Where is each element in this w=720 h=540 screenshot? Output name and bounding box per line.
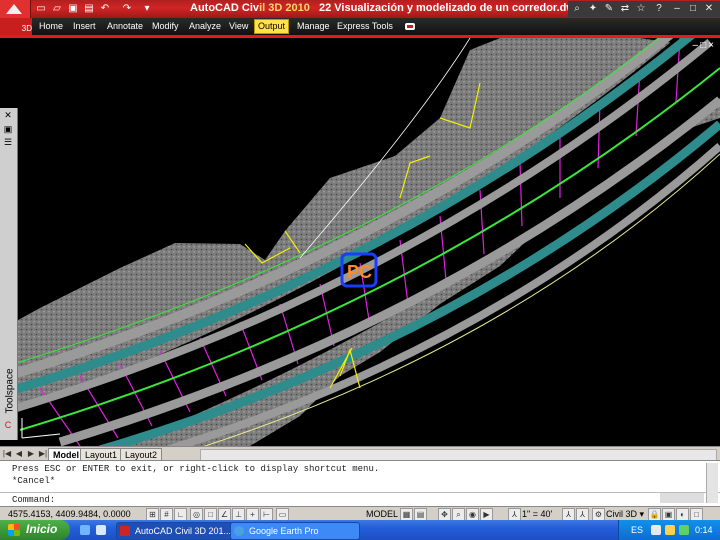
workspace-selector[interactable]: Civil 3D ▾ — [606, 508, 644, 520]
save-icon[interactable]: ▣ — [66, 2, 80, 15]
close-icon[interactable]: ✕ — [702, 2, 716, 16]
autocad-icon — [120, 526, 130, 536]
minimize-icon[interactable]: – — [670, 2, 684, 16]
binoculars-icon[interactable]: ⌕ — [570, 2, 584, 16]
network-icon[interactable] — [651, 525, 661, 535]
start-label: Inicio — [26, 522, 58, 536]
windows-logo-icon — [8, 524, 20, 536]
status-bar: 4575.4153, 4409.9484, 0.0000 ⊞ # ∟ ◎ □ ∠… — [0, 506, 720, 521]
model-space-toggle[interactable]: MODEL — [366, 508, 398, 520]
system-tray: ES 0:14 — [618, 520, 720, 540]
toolspace-label: Toolspace — [4, 368, 16, 414]
tab-analyze[interactable]: Analyze — [186, 20, 224, 33]
drawing-canvas[interactable]: PC –□× — [0, 38, 720, 446]
exchange-icon[interactable]: ⇄ — [618, 2, 632, 16]
pi-marker-glyph: PC — [347, 262, 372, 282]
tab-express-tools[interactable]: Express Tools — [334, 20, 396, 33]
toolspace-palette[interactable]: ✕ ▣ ☰ Toolspace C — [0, 108, 18, 440]
command-input-row[interactable]: Command: — [0, 492, 720, 507]
tab-output[interactable]: Output — [254, 19, 290, 34]
title-bar: ▭ ▱ ▣ ▤ ↶ ↷ ▾ AutoCAD Civil 3D 2010 22 V… — [0, 0, 720, 18]
civil-logo-icon: C — [4, 420, 12, 430]
taskbar-item-autocad[interactable]: AutoCAD Civil 3D 201... — [116, 522, 246, 540]
tab-manage[interactable]: Manage — [294, 20, 333, 33]
new-icon[interactable]: ▭ — [34, 2, 48, 15]
start-button[interactable]: Inicio — [0, 520, 70, 540]
command-history-line: Press ESC or ENTER to exit, or right-cli… — [12, 464, 380, 474]
redo-icon[interactable]: ↷ — [120, 2, 134, 15]
annotation-scale[interactable]: 1" = 40' — [522, 508, 552, 520]
next-tab-icon[interactable]: ▶ — [26, 449, 36, 459]
prev-tab-icon[interactable]: ◀ — [14, 449, 24, 459]
favorite-icon[interactable]: ☆ — [634, 2, 648, 16]
tab-annotate[interactable]: Annotate — [104, 20, 146, 33]
first-tab-icon[interactable]: |◀ — [2, 449, 12, 459]
star-icon[interactable]: ✦ — [586, 2, 600, 16]
command-history-line: *Cancel* — [12, 476, 56, 486]
window-title: AutoCAD Civil 3D 2010 22 Visualización y… — [190, 2, 582, 14]
layout-tab-bar: |◀ ◀ ▶ ▶| Model Layout1 Layout2 — [0, 446, 720, 462]
corridor-drawing: PC — [0, 38, 720, 446]
menu-logo[interactable]: 3D — [0, 18, 32, 35]
coordinate-readout: 4575.4153, 4409.9484, 0.0000 — [8, 509, 131, 519]
windows-taskbar: Inicio AutoCAD Civil 3D 201... Google Ea… — [0, 520, 720, 540]
autocad-logo-icon[interactable] — [0, 0, 31, 18]
clock: 0:14 — [695, 525, 713, 535]
viewport-controls[interactable]: –□× — [693, 40, 716, 51]
command-window: Press ESC or ENTER to exit, or right-cli… — [0, 460, 720, 507]
help-icon[interactable]: ? — [652, 2, 666, 16]
quick-access-dropdown-icon[interactable]: ▾ — [140, 2, 154, 15]
ie-icon[interactable] — [80, 525, 90, 535]
volume-icon[interactable] — [665, 525, 675, 535]
command-horizontal-scrollbar[interactable] — [660, 493, 704, 503]
tab-home[interactable]: Home — [36, 20, 66, 33]
properties-icon[interactable]: ☰ — [2, 137, 14, 148]
security-icon[interactable] — [679, 525, 689, 535]
tab-modify[interactable]: Modify — [149, 20, 182, 33]
ribbon-minimize-icon[interactable] — [405, 23, 415, 30]
pin-icon[interactable]: ▣ — [2, 124, 14, 135]
tab-insert[interactable]: Insert — [70, 20, 99, 33]
ribbon-tabs: 3D Home Insert Annotate Modify Analyze V… — [0, 18, 720, 38]
tab-view[interactable]: View — [226, 20, 251, 33]
command-vertical-scrollbar[interactable] — [706, 463, 718, 503]
google-earth-icon — [234, 526, 244, 536]
command-prompt: Command: — [12, 495, 56, 505]
last-tab-icon[interactable]: ▶| — [38, 449, 48, 459]
tools-icon[interactable]: ✎ — [602, 2, 616, 16]
close-icon[interactable]: ✕ — [2, 110, 14, 121]
open-icon[interactable]: ▱ — [50, 2, 64, 15]
taskbar-item-google-earth[interactable]: Google Earth Pro — [230, 522, 360, 540]
maximize-icon[interactable]: □ — [686, 2, 700, 16]
print-icon[interactable]: ▤ — [82, 2, 96, 15]
language-indicator[interactable]: ES — [631, 525, 643, 535]
show-desktop-icon[interactable] — [96, 525, 106, 535]
infocenter-toolbar: ⌕ ✦ ✎ ⇄ ☆ ? – □ ✕ — [568, 1, 720, 17]
undo-icon[interactable]: ↶ — [98, 2, 112, 15]
